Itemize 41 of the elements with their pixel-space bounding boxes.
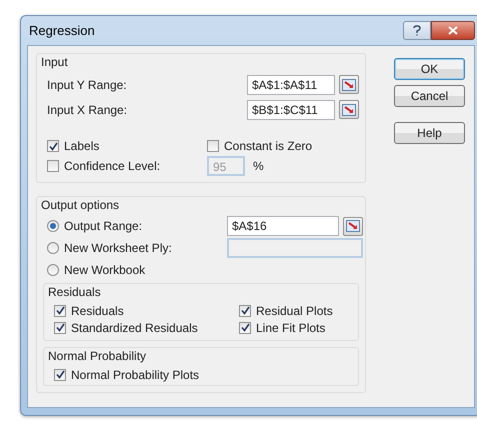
- range-field[interactable]: $A$1:$A$11: [247, 74, 335, 94]
- option-label: New Workbook: [64, 263, 146, 277]
- checkbox[interactable]: [207, 140, 219, 152]
- checkbox[interactable]: [47, 140, 59, 152]
- checkbox[interactable]: [54, 368, 66, 380]
- option-label: Output Range:: [64, 219, 142, 233]
- dialog-button[interactable]: OK: [394, 58, 465, 80]
- option-label: Labels: [64, 139, 100, 153]
- group-label: Input: [41, 55, 69, 69]
- unit-label: %: [253, 159, 264, 173]
- option-label: Standardized Residuals: [71, 320, 198, 334]
- option-label: Constant is Zero: [224, 139, 312, 153]
- dialog-button[interactable]: Cancel: [394, 85, 465, 107]
- option-label: Residual Plots: [256, 304, 333, 318]
- checkbox[interactable]: [54, 304, 66, 316]
- close-icon[interactable]: [431, 21, 475, 40]
- option-label: Normal Probability Plots: [71, 368, 200, 382]
- field-label: Input X Range:: [47, 102, 128, 116]
- range-picker-icon[interactable]: [339, 100, 359, 119]
- checkbox[interactable]: [239, 304, 251, 316]
- range-picker-icon[interactable]: [339, 75, 359, 94]
- help-icon[interactable]: [403, 21, 431, 40]
- option-label: New Worksheet Ply:: [64, 241, 172, 255]
- group-label: Output options: [41, 198, 120, 212]
- option-label: Residuals: [71, 304, 124, 318]
- radio-button[interactable]: [47, 220, 59, 232]
- dialog-button[interactable]: Help: [394, 122, 465, 144]
- radio-button[interactable]: [47, 264, 59, 276]
- group-label: Normal Probability: [48, 349, 148, 363]
- radio-button[interactable]: [47, 242, 59, 254]
- range-field[interactable]: [227, 238, 363, 258]
- option-label: Line Fit Plots: [256, 320, 326, 334]
- range-picker-icon[interactable]: [343, 216, 363, 236]
- checkbox[interactable]: [54, 322, 66, 334]
- window-title: Regression: [28, 23, 96, 38]
- range-field[interactable]: $B$1:$C$11: [247, 100, 335, 120]
- field-label: Input Y Range:: [47, 78, 127, 92]
- group-label: Residuals: [48, 285, 102, 299]
- option-label: Confidence Level:: [64, 159, 160, 173]
- range-field[interactable]: $A$16: [227, 216, 339, 236]
- checkbox[interactable]: [239, 322, 251, 334]
